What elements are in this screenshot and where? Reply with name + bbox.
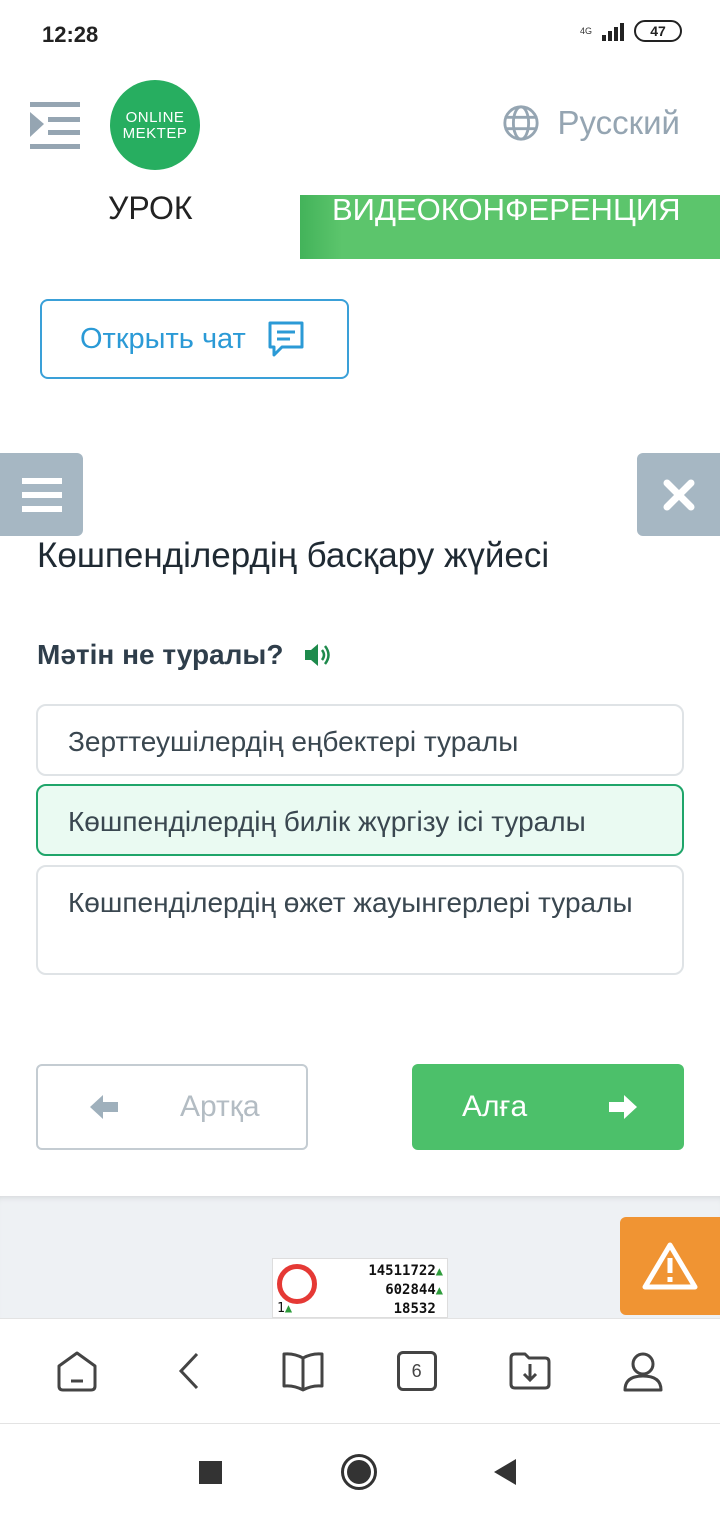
warning-icon: [642, 1242, 698, 1290]
speaker-icon[interactable]: [303, 640, 333, 670]
answer-option-2[interactable]: Көшпенділердің билік жүргізу ісі туралы: [36, 784, 684, 856]
side-menu-button[interactable]: [0, 453, 83, 536]
status-indicators: 4G 47: [576, 20, 682, 42]
report-problem-button[interactable]: [620, 1217, 720, 1315]
menu-icon[interactable]: [30, 100, 80, 150]
back-button[interactable]: Артқа: [36, 1064, 308, 1150]
visitor-counter: 1▲ 14511722▲ 602844▲ 18532▲: [272, 1258, 448, 1318]
close-button[interactable]: [637, 453, 720, 536]
back-label: Артқа: [180, 1090, 260, 1123]
signal-icon: [602, 21, 624, 41]
tab-count-badge: 6: [396, 1351, 437, 1391]
battery-indicator: 47: [634, 20, 682, 42]
download-folder-icon: [509, 1352, 551, 1390]
next-label: Алға: [462, 1090, 528, 1123]
recent-apps-icon[interactable]: [199, 1461, 222, 1484]
arrow-left-icon: [90, 1095, 118, 1119]
counter-value: 602844: [385, 1282, 436, 1298]
nav-tabs[interactable]: 6: [392, 1346, 442, 1396]
counter-value: 18532: [393, 1301, 436, 1317]
tab-lesson[interactable]: УРОК: [108, 190, 193, 227]
home-icon: [57, 1351, 97, 1392]
chevron-left-icon: [178, 1352, 199, 1390]
hamburger-icon: [21, 477, 62, 512]
status-time: 12:28: [42, 22, 99, 47]
answer-option-1[interactable]: Зерттеушілердің еңбектері туралы: [36, 704, 684, 776]
chat-icon: [268, 321, 304, 357]
status-bar: 12:28 4G 47: [0, 0, 720, 70]
counter-value: 14511722: [368, 1263, 436, 1279]
logo-line-2: MEKTEP: [122, 125, 188, 142]
network-type: 4G: [579, 26, 592, 36]
system-navigation-bar: [0, 1425, 720, 1520]
question-text: Мәтін не туралы?: [37, 639, 284, 670]
tab-videoconference[interactable]: ВИДЕОКОНФЕРЕНЦИЯ: [300, 195, 720, 259]
nav-profile[interactable]: [618, 1346, 668, 1396]
counter-ring-icon: [277, 1264, 317, 1304]
system-home-icon[interactable]: [341, 1454, 377, 1490]
language-selector[interactable]: Русский: [502, 104, 680, 142]
globe-icon: [502, 105, 539, 141]
nav-home[interactable]: [52, 1346, 102, 1396]
profile-icon: [623, 1352, 663, 1392]
logo-line-1: ONLINE: [125, 109, 185, 126]
arrow-right-icon: [609, 1095, 638, 1119]
counter-values: 14511722▲ 602844▲ 18532▲: [368, 1263, 443, 1317]
nav-bookmarks[interactable]: [278, 1346, 328, 1396]
language-label: Русский: [557, 104, 680, 141]
bottom-navigation: 6: [0, 1318, 720, 1424]
question: Мәтін не туралы?: [37, 639, 333, 671]
next-button[interactable]: Алға: [412, 1064, 684, 1150]
answer-option-3[interactable]: Көшпенділердің өжет жауынгерлері туралы: [36, 865, 684, 975]
system-back-icon[interactable]: [494, 1459, 516, 1485]
nav-back[interactable]: [165, 1346, 215, 1396]
open-chat-button[interactable]: Открыть чат: [40, 299, 349, 379]
nav-downloads[interactable]: [505, 1346, 555, 1396]
counter-small: 1▲: [277, 1301, 293, 1316]
book-icon: [282, 1352, 324, 1392]
online-mektep-logo[interactable]: ONLINE MEKTEP: [110, 80, 200, 170]
open-chat-label: Открыть чат: [80, 322, 246, 355]
close-icon: [663, 479, 694, 510]
lesson-title: Көшпенділердің басқару жүйесі: [37, 536, 550, 575]
